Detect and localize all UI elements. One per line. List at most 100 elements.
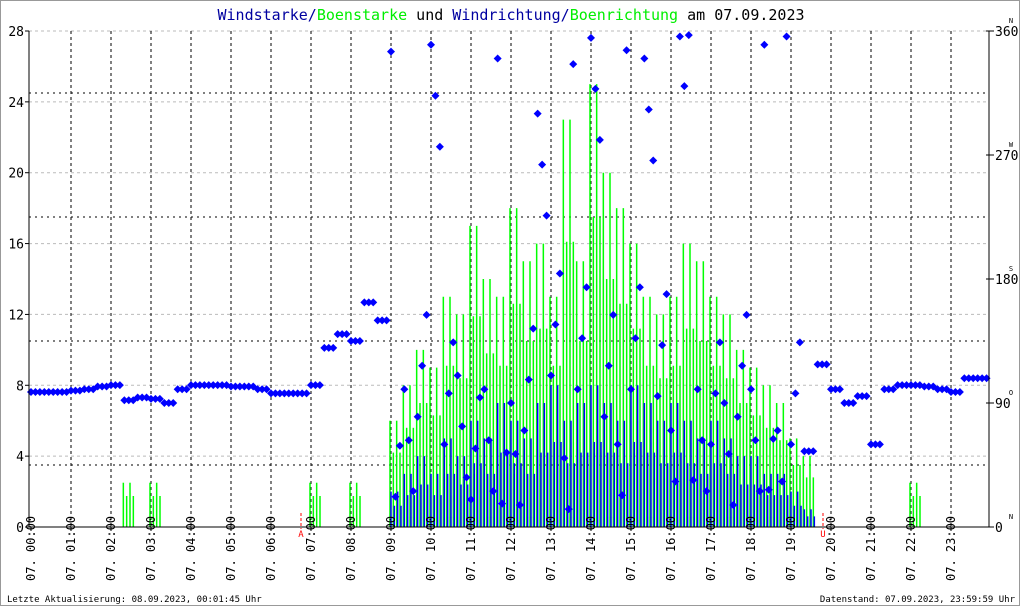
title-part: Boenrichtung <box>570 6 678 24</box>
direction-point <box>622 46 631 55</box>
y-tick-label: 20 <box>8 167 24 182</box>
title-part: Windstarke <box>217 6 307 24</box>
direction-letter: W <box>1009 141 1014 149</box>
direction-point <box>644 105 653 114</box>
direction-point <box>418 361 427 370</box>
chart-title: Windstarke/Boenstarke und Windrichtung/B… <box>217 6 804 24</box>
direction-point <box>640 54 649 63</box>
title-part: / <box>561 6 570 24</box>
direction-point <box>684 31 693 40</box>
direction-point <box>649 156 658 165</box>
y-tick-label: 8 <box>16 379 24 394</box>
x-tick-label: 07. 11:00 <box>464 516 478 581</box>
direction-point <box>787 440 795 449</box>
direction-point <box>822 360 831 369</box>
title-part: Windrichtung <box>452 6 560 24</box>
x-tick-label: 07. 03:00 <box>144 516 158 581</box>
direction-point <box>773 426 782 435</box>
direction-point <box>875 440 884 449</box>
x-tick-label: 07. 21:00 <box>864 516 878 581</box>
x-tick-label: 07. 23:00 <box>944 516 958 581</box>
direction-point <box>591 84 600 93</box>
x-tick-label: 07. 12:00 <box>504 516 518 581</box>
y-right-tick-label: 180 <box>995 273 1018 288</box>
x-tick-label: 07. 22:00 <box>904 516 918 581</box>
x-tick-label: 07. 19:00 <box>784 516 798 581</box>
chart-container: Windstarke/Boenstarke und Windrichtung/B… <box>0 0 1020 606</box>
direction-letter: S <box>1009 265 1013 273</box>
direction-point <box>493 54 502 63</box>
direction-point <box>382 316 391 325</box>
direction-point <box>747 385 755 394</box>
x-tick-label: 07. 04:00 <box>184 516 198 581</box>
direction-point <box>782 32 791 41</box>
direction-point <box>675 32 684 41</box>
direction-point <box>658 341 667 350</box>
x-tick-label: 07. 16:00 <box>664 516 678 581</box>
direction-point <box>302 389 311 398</box>
direction-point <box>551 320 560 329</box>
x-tick-label: 07. 13:00 <box>544 516 558 581</box>
x-tick-label: 07. 17:00 <box>704 516 718 581</box>
y-tick-label: 28 <box>8 25 24 40</box>
direction-point <box>169 399 178 407</box>
sun-marker-label: U <box>820 530 825 540</box>
direction-point <box>427 40 435 49</box>
direction-point <box>587 33 595 42</box>
direction-point <box>422 310 431 319</box>
direction-point <box>862 392 871 401</box>
y-tick-label: 24 <box>8 96 24 111</box>
wind-chart: Windstarke/Boenstarke und Windrichtung/B… <box>7 6 1018 605</box>
direction-point <box>538 160 547 169</box>
y-tick-label: 4 <box>16 450 24 465</box>
direction-point <box>542 211 551 220</box>
direction-point <box>760 40 769 49</box>
direction-point <box>342 330 351 339</box>
x-tick-label: 07. 02:00 <box>104 516 118 581</box>
direction-point <box>533 109 542 118</box>
footer-data-state: Datenstand: 07.09.2023, 23:59:59 Uhr <box>820 595 1016 605</box>
direction-point <box>955 387 964 396</box>
direction-letter: N <box>1009 513 1013 521</box>
direction-point <box>329 343 338 352</box>
direction-point <box>849 399 858 407</box>
title-part: am 07.09.2023 <box>678 6 804 24</box>
x-tick-label: 07. 09:00 <box>384 516 398 581</box>
y-right-tick-label: 0 <box>995 521 1003 536</box>
direction-point <box>387 47 395 56</box>
direction-letter: N <box>1009 17 1013 25</box>
y-right-tick-label: 270 <box>995 149 1018 164</box>
y-tick-label: 16 <box>8 238 24 253</box>
direction-point <box>795 338 804 347</box>
x-tick-label: 07. 15:00 <box>624 516 638 581</box>
direction-point <box>791 389 800 398</box>
direction-point <box>742 310 751 319</box>
direction-point <box>680 82 689 91</box>
x-tick-label: 07. 20:00 <box>824 516 838 581</box>
direction-point <box>315 381 324 390</box>
x-tick-label: 07. 08:00 <box>344 516 358 581</box>
x-tick-label: 07. 06:00 <box>264 516 278 581</box>
x-tick-label: 07. 05:00 <box>224 516 238 581</box>
y-tick-label: 12 <box>8 308 24 323</box>
y-tick-label: 0 <box>16 521 24 536</box>
direction-point <box>835 385 844 394</box>
y-right-tick-label: 90 <box>995 397 1011 412</box>
sun-marker-label: A <box>298 530 304 540</box>
x-tick-label: 07. 10:00 <box>424 516 438 581</box>
direction-letter: O <box>1009 389 1013 397</box>
x-tick-label: 07. 01:00 <box>64 516 78 581</box>
direction-point <box>738 361 747 370</box>
title-part: / <box>308 6 317 24</box>
direction-point <box>355 337 364 345</box>
y-right-tick-label: 360 <box>995 25 1018 40</box>
title-part: und <box>407 6 452 24</box>
direction-point <box>809 447 818 456</box>
x-tick-label: 07. 00:00 <box>24 516 38 581</box>
direction-point <box>400 385 409 394</box>
direction-point <box>115 381 124 390</box>
x-tick-label: 07. 14:00 <box>584 516 598 581</box>
x-tick-label: 07. 07:00 <box>304 516 318 581</box>
x-tick-label: 07. 18:00 <box>744 516 758 581</box>
title-part: Boenstarke <box>317 6 407 24</box>
